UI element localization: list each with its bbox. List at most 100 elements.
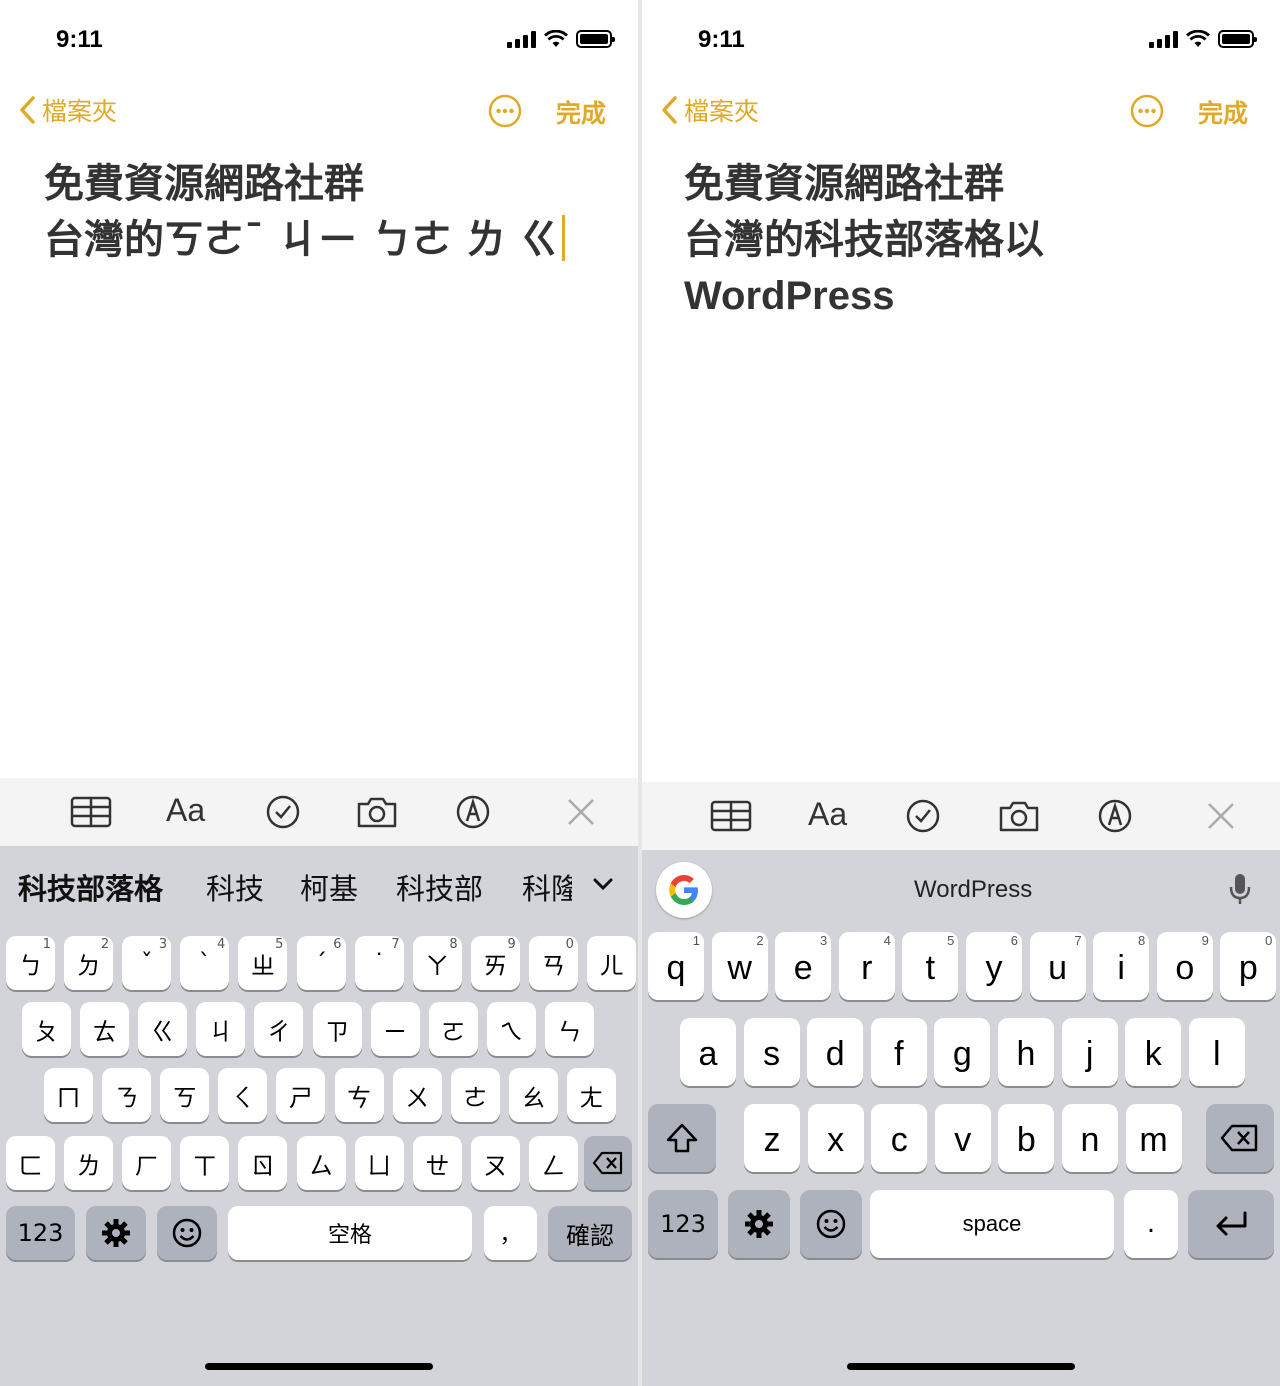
letter-key[interactable]: j bbox=[1061, 1018, 1118, 1086]
letter-key[interactable]: ㄔ bbox=[254, 1002, 304, 1056]
letter-key[interactable]: ㄛ bbox=[428, 1002, 478, 1056]
letter-key[interactable]: b bbox=[998, 1104, 1055, 1172]
letter-key[interactable]: ㄕ bbox=[276, 1068, 326, 1122]
table-icon[interactable] bbox=[70, 794, 112, 830]
letter-key[interactable]: ㄓ5 bbox=[238, 936, 288, 990]
letter-key[interactable]: o9 bbox=[1156, 932, 1213, 1000]
letter-key[interactable]: ㄣ bbox=[544, 1002, 594, 1056]
letter-key[interactable]: q1 bbox=[648, 932, 704, 1000]
numbers-key[interactable]: 123 bbox=[648, 1190, 718, 1258]
candidate-item[interactable]: 科技部 bbox=[396, 866, 483, 908]
emoji-key[interactable] bbox=[800, 1190, 862, 1258]
letter-key[interactable]: x bbox=[807, 1104, 864, 1172]
markup-icon[interactable] bbox=[452, 794, 494, 830]
candidate-item[interactable]: 科隆 bbox=[522, 866, 572, 908]
letter-key[interactable]: z bbox=[744, 1104, 800, 1172]
letter-key[interactable]: u7 bbox=[1029, 932, 1086, 1000]
letter-key[interactable]: f bbox=[870, 1018, 927, 1086]
letter-key[interactable]: ㄨ bbox=[392, 1068, 442, 1122]
letter-key[interactable]: ㄩ bbox=[354, 1136, 404, 1190]
numbers-key[interactable]: 123 bbox=[6, 1206, 75, 1260]
letter-key[interactable]: ㄦ bbox=[587, 936, 636, 990]
delete-key[interactable] bbox=[1206, 1104, 1274, 1172]
text-format-icon[interactable]: Aa bbox=[808, 796, 850, 832]
letter-key[interactable]: ㄗ bbox=[312, 1002, 362, 1056]
letter-key[interactable]: ˙ 7 bbox=[354, 936, 404, 990]
markup-icon[interactable] bbox=[1094, 798, 1136, 834]
letter-key[interactable]: ㄘ bbox=[334, 1068, 384, 1122]
confirm-key[interactable]: 確認 bbox=[548, 1206, 632, 1260]
suggestion-item[interactable]: WordPress bbox=[914, 876, 1032, 904]
letter-key[interactable]: y6 bbox=[966, 932, 1022, 1000]
space-key[interactable]: 空格 bbox=[228, 1206, 472, 1260]
back-button[interactable]: 檔案夾 bbox=[18, 92, 117, 128]
letter-key[interactable]: ㄎ bbox=[160, 1068, 210, 1122]
emoji-key[interactable] bbox=[157, 1206, 217, 1260]
delete-key[interactable] bbox=[584, 1136, 632, 1190]
note-title[interactable]: 免費資源網路社群 bbox=[684, 156, 1004, 212]
shift-key[interactable] bbox=[648, 1104, 716, 1172]
letter-key[interactable]: ㄢ0 bbox=[528, 936, 578, 990]
candidate-item[interactable]: 科技部落格 bbox=[18, 866, 163, 908]
letter-key[interactable]: ㄆ bbox=[22, 1002, 71, 1056]
letter-key[interactable]: ˇ3 bbox=[122, 936, 172, 990]
microphone-icon[interactable] bbox=[1228, 872, 1252, 906]
letter-key[interactable]: g bbox=[934, 1018, 991, 1086]
letter-key[interactable]: p0 bbox=[1220, 932, 1277, 1000]
letter-key[interactable]: t5 bbox=[902, 932, 959, 1000]
letter-key[interactable]: d bbox=[807, 1018, 864, 1086]
letter-key[interactable]: k bbox=[1125, 1018, 1182, 1086]
checklist-icon[interactable] bbox=[902, 798, 944, 834]
letter-key[interactable]: i8 bbox=[1093, 932, 1150, 1000]
letter-key[interactable]: ㄤ bbox=[566, 1068, 616, 1122]
letter-key[interactable]: ㄞ9 bbox=[470, 936, 520, 990]
chevron-down-icon[interactable] bbox=[592, 876, 614, 892]
letter-key[interactable]: ㄌ bbox=[64, 1136, 114, 1190]
close-icon[interactable] bbox=[1200, 798, 1242, 834]
table-icon[interactable] bbox=[710, 798, 752, 834]
more-icon[interactable] bbox=[1130, 94, 1164, 128]
candidate-item[interactable]: 科技 bbox=[206, 866, 264, 908]
settings-key[interactable] bbox=[728, 1190, 790, 1258]
letter-key[interactable]: ㄒ bbox=[180, 1136, 230, 1190]
letter-key[interactable]: ㄅ1 bbox=[6, 936, 55, 990]
letter-key[interactable]: ˋ4 bbox=[180, 936, 230, 990]
letter-key[interactable]: ㄐ bbox=[196, 1002, 246, 1056]
letter-key[interactable]: ㄈ bbox=[6, 1136, 55, 1190]
letter-key[interactable]: v bbox=[934, 1104, 991, 1172]
letter-key[interactable]: ㄉ2 bbox=[64, 936, 114, 990]
checklist-icon[interactable] bbox=[262, 794, 304, 830]
letter-key[interactable]: a bbox=[680, 1018, 736, 1086]
letter-key[interactable]: ㄋ bbox=[102, 1068, 152, 1122]
letter-key[interactable]: l bbox=[1188, 1018, 1245, 1086]
letter-key[interactable]: h bbox=[998, 1018, 1054, 1086]
close-icon[interactable] bbox=[560, 794, 602, 830]
note-body[interactable]: 台灣的科技部落格以 WordPress bbox=[684, 212, 1244, 324]
letter-key[interactable]: s bbox=[743, 1018, 800, 1086]
letter-key[interactable]: ㄇ bbox=[44, 1068, 93, 1122]
letter-key[interactable]: ㄝ bbox=[412, 1136, 462, 1190]
letter-key[interactable]: ㄠ bbox=[508, 1068, 558, 1122]
letter-key[interactable]: n bbox=[1062, 1104, 1118, 1172]
letter-key[interactable]: ㄧ bbox=[370, 1002, 420, 1056]
back-button[interactable]: 檔案夾 bbox=[660, 92, 759, 128]
letter-key[interactable]: ㄍ bbox=[138, 1002, 188, 1056]
letter-key[interactable]: c bbox=[871, 1104, 928, 1172]
camera-icon[interactable] bbox=[356, 794, 398, 830]
letter-key[interactable]: ㄑ bbox=[218, 1068, 268, 1122]
letter-key[interactable]: ㄟ bbox=[486, 1002, 536, 1056]
letter-key[interactable]: m bbox=[1125, 1104, 1182, 1172]
done-button[interactable]: 完成 bbox=[556, 94, 606, 130]
letter-key[interactable]: ㄡ bbox=[470, 1136, 520, 1190]
more-icon[interactable] bbox=[488, 94, 522, 128]
letter-key[interactable]: w2 bbox=[711, 932, 768, 1000]
return-key[interactable] bbox=[1188, 1190, 1274, 1258]
text-format-icon[interactable]: Aa bbox=[166, 792, 208, 828]
letter-key[interactable]: ㄥ bbox=[528, 1136, 578, 1190]
letter-key[interactable]: ㄖ bbox=[238, 1136, 288, 1190]
letter-key[interactable]: ˊ6 bbox=[296, 936, 346, 990]
period-key[interactable]: . bbox=[1124, 1190, 1178, 1258]
letter-key[interactable]: ㄚ8 bbox=[412, 936, 462, 990]
camera-icon[interactable] bbox=[998, 798, 1040, 834]
letter-key[interactable]: ㄏ bbox=[122, 1136, 172, 1190]
